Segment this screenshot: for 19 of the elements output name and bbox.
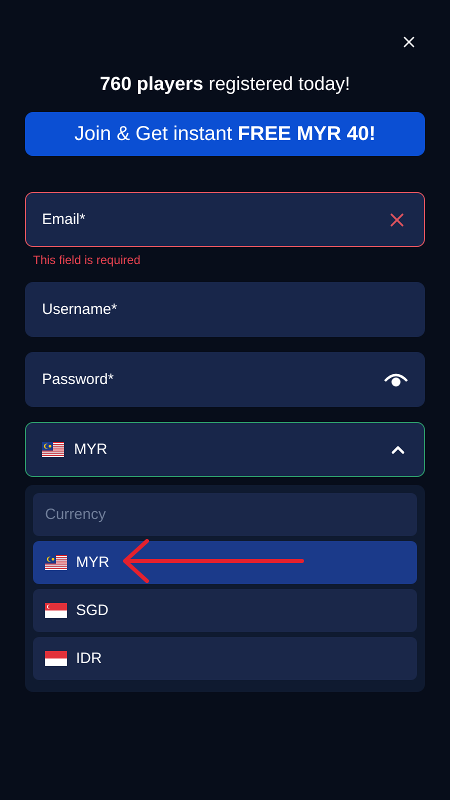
bonus-banner[interactable]: Join & Get instant FREE MYR 40! (25, 112, 425, 156)
input-field[interactable]: Email* (25, 192, 425, 247)
password-field[interactable]: Password* (25, 352, 425, 407)
error-message: This field is required (33, 253, 142, 267)
currency-select[interactable]: MYR (25, 422, 425, 477)
eye-icon[interactable] (384, 372, 408, 388)
password-input[interactable]: Password* (42, 371, 374, 388)
text-input[interactable]: Username* (42, 301, 408, 318)
registered-count-text: 760 players registered today! (98, 74, 352, 96)
currency-search-field[interactable]: Currency (33, 493, 417, 536)
input-field[interactable]: Username* (25, 282, 425, 337)
flag-icon (45, 651, 67, 666)
text-input[interactable]: Email* (42, 211, 376, 228)
flag-icon (45, 555, 67, 570)
flag-icon (45, 603, 67, 618)
flag-icon (42, 442, 64, 457)
currency-option[interactable]: SGD (33, 589, 417, 632)
currency-option[interactable]: MYR (33, 541, 417, 584)
currency-option[interactable]: IDR (33, 637, 417, 680)
